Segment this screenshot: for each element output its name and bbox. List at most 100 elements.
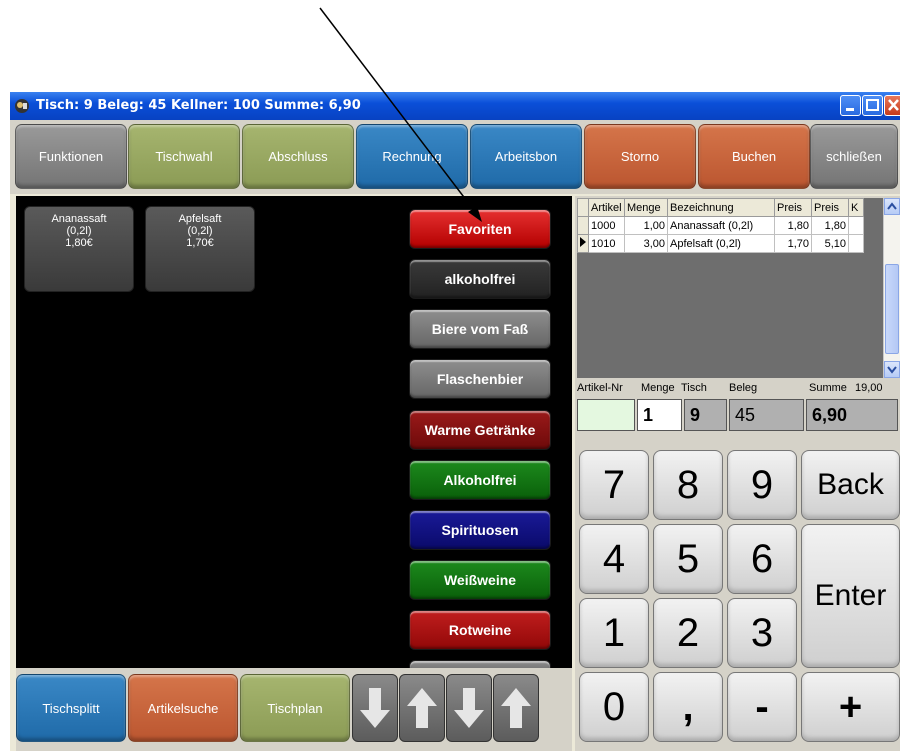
current-row-icon	[580, 237, 586, 247]
category-flaschenbier[interactable]: Flaschenbier	[409, 359, 551, 399]
storno-button[interactable]: Storno	[584, 124, 696, 189]
key-8[interactable]: 8	[653, 450, 723, 520]
cell-preis[interactable]: 1,70	[774, 234, 812, 253]
article-name: Apfelsaft	[178, 213, 222, 225]
category-warme-getraenke[interactable]: Warme Getränke	[409, 410, 551, 450]
arrow-down-icon	[454, 688, 484, 728]
col-menge[interactable]: Menge	[624, 198, 668, 217]
title-bar: Tisch: 9 Beleg: 45 Kellner: 100 Summe: 6…	[10, 92, 900, 120]
scroll-down-arrow[interactable]	[884, 361, 900, 378]
grid-header-row: Artikel Menge Bezeichnung Preis Preis K	[577, 198, 864, 217]
key-3[interactable]: 3	[727, 598, 797, 668]
schliessen-button[interactable]: schließen	[810, 124, 898, 189]
row-indicator	[577, 216, 589, 235]
col-artikel[interactable]: Artikel	[588, 198, 625, 217]
app-icon	[15, 99, 29, 113]
maximize-button[interactable]	[862, 95, 883, 116]
cell-k[interactable]	[848, 216, 864, 235]
category-down-button[interactable]	[446, 674, 492, 742]
cell-k[interactable]	[848, 234, 864, 253]
artikelsuche-button[interactable]: Artikelsuche	[128, 674, 238, 742]
article-panel: Ananassaft (0,2l) 1,80€ Apfelsaft (0,2l)…	[16, 196, 572, 674]
key-6[interactable]: 6	[727, 524, 797, 594]
article-size: (0,2l)	[66, 225, 92, 237]
window-title: Tisch: 9 Beleg: 45 Kellner: 100 Summe: 6…	[36, 98, 361, 113]
close-icon	[888, 99, 899, 111]
col-preis-total[interactable]: Preis	[811, 198, 849, 217]
arrow-up-icon	[407, 688, 437, 728]
category-up-button[interactable]	[493, 674, 539, 742]
order-panel: Artikel Menge Bezeichnung Preis Preis K …	[575, 196, 900, 751]
col-bezeichnung[interactable]: Bezeichnung	[667, 198, 775, 217]
article-price: 1,70€	[186, 237, 214, 249]
category-spirituosen[interactable]: Spirituosen	[409, 510, 551, 550]
grid-scrollbar[interactable]	[883, 198, 900, 378]
category-biere-vom-fass[interactable]: Biere vom Faß	[409, 309, 551, 349]
tischwahl-button[interactable]: Tischwahl	[128, 124, 240, 189]
chevron-down-icon	[887, 366, 897, 374]
col-k[interactable]: K	[848, 198, 864, 217]
minus-key[interactable]: -	[727, 672, 797, 742]
key-5[interactable]: 5	[653, 524, 723, 594]
abschluss-button[interactable]: Abschluss	[242, 124, 354, 189]
key-2[interactable]: 2	[653, 598, 723, 668]
key-7[interactable]: 7	[579, 450, 649, 520]
back-key[interactable]: Back	[801, 450, 900, 520]
article-button-apfelsaft[interactable]: Apfelsaft (0,2l) 1,70€	[145, 206, 255, 292]
key-9[interactable]: 9	[727, 450, 797, 520]
category-weissweine[interactable]: Weißweine	[409, 560, 551, 600]
category-alkoholfrei-2[interactable]: Alkoholfrei	[409, 460, 551, 500]
scroll-down-button[interactable]	[352, 674, 398, 742]
enter-key[interactable]: Enter	[801, 524, 900, 668]
scroll-up-button[interactable]	[399, 674, 445, 742]
comma-key[interactable]: ,	[653, 672, 723, 742]
pos-window: Tisch: 9 Beleg: 45 Kellner: 100 Summe: 6…	[10, 92, 900, 751]
buchen-button[interactable]: Buchen	[698, 124, 810, 189]
order-grid: Artikel Menge Bezeichnung Preis Preis K …	[577, 198, 883, 378]
cell-menge[interactable]: 1,00	[624, 216, 668, 235]
minimize-button[interactable]	[840, 95, 861, 116]
cell-preis-total[interactable]: 1,80	[811, 216, 849, 235]
artikel-nr-input[interactable]	[577, 399, 635, 431]
row-indicator-header	[577, 198, 589, 217]
col-preis[interactable]: Preis	[774, 198, 812, 217]
beleg-field: 45	[729, 399, 804, 431]
plus-key[interactable]: +	[801, 672, 900, 742]
article-button-ananassaft[interactable]: Ananassaft (0,2l) 1,80€	[24, 206, 134, 292]
info-labels: Artikel-Nr Menge Tisch Beleg Summe 19,00	[577, 382, 897, 396]
cell-artikel[interactable]: 1010	[588, 234, 625, 253]
label-beleg: Beleg	[729, 382, 758, 394]
tisch-field: 9	[684, 399, 727, 431]
arbeitsbon-button[interactable]: Arbeitsbon	[470, 124, 582, 189]
key-0[interactable]: 0	[579, 672, 649, 742]
funktionen-button[interactable]: Funktionen	[15, 124, 127, 189]
table-row[interactable]: 1010 3,00 Apfelsaft (0,2l) 1,70 5,10	[577, 234, 864, 253]
cell-bezeichnung[interactable]: Apfelsaft (0,2l)	[667, 234, 775, 253]
bottom-bar: Tischsplitt Artikelsuche Tischplan	[16, 668, 572, 751]
category-alkoholfrei[interactable]: alkoholfrei	[409, 259, 551, 299]
category-favoriten[interactable]: Favoriten	[409, 209, 551, 249]
scroll-up-arrow[interactable]	[884, 198, 900, 215]
cell-preis[interactable]: 1,80	[774, 216, 812, 235]
arrow-down-icon	[360, 688, 390, 728]
rechnung-button[interactable]: Rechnung	[356, 124, 468, 189]
cell-bezeichnung[interactable]: Ananassaft (0,2l)	[667, 216, 775, 235]
cell-artikel[interactable]: 1000	[588, 216, 625, 235]
table-row[interactable]: 1000 1,00 Ananassaft (0,2l) 1,80 1,80	[577, 216, 864, 235]
maximize-icon	[866, 99, 879, 111]
summe-total: 19,00	[855, 382, 883, 394]
minimize-icon	[846, 108, 854, 111]
tischplan-button[interactable]: Tischplan	[240, 674, 350, 742]
key-4[interactable]: 4	[579, 524, 649, 594]
key-1[interactable]: 1	[579, 598, 649, 668]
cell-menge[interactable]: 3,00	[624, 234, 668, 253]
numeric-keypad: 7 8 9 Back 4 5 6 Enter 1 2 3 0 , - +	[575, 441, 900, 751]
category-rotweine[interactable]: Rotweine	[409, 610, 551, 650]
arrow-up-icon	[501, 688, 531, 728]
menge-field[interactable]: 1	[637, 399, 682, 431]
close-button[interactable]	[884, 95, 900, 116]
tischsplitt-button[interactable]: Tischsplitt	[16, 674, 126, 742]
scroll-thumb[interactable]	[885, 264, 899, 354]
cell-preis-total[interactable]: 5,10	[811, 234, 849, 253]
main-toolbar: Funktionen Tischwahl Abschluss Rechnung …	[10, 120, 900, 194]
